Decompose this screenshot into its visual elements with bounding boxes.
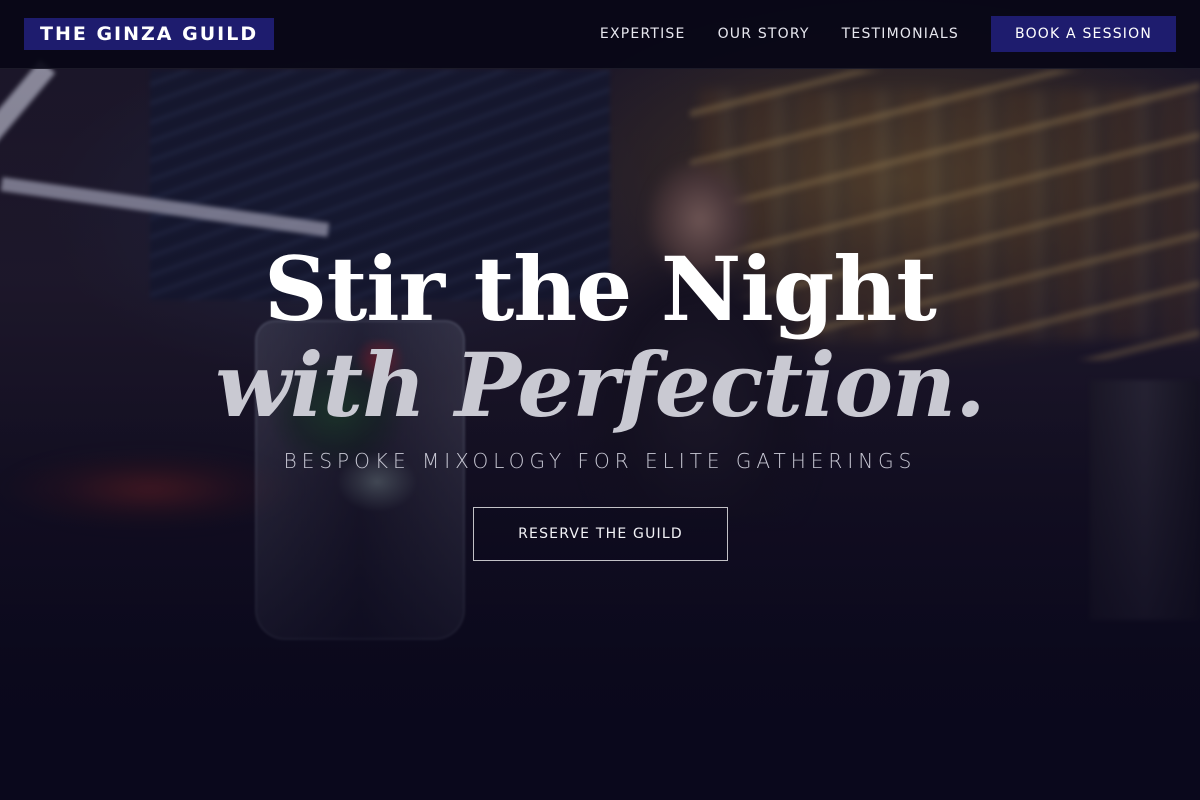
nav-link-our-story[interactable]: OUR STORY: [718, 26, 810, 42]
main-nav: EXPERTISE OUR STORY TESTIMONIALS BOOK A …: [600, 16, 1176, 52]
nav-link-expertise[interactable]: EXPERTISE: [600, 26, 686, 42]
hero-section: Stir the Night with Perfection. BESPOKE …: [0, 69, 1200, 800]
hero-headline-line-1: Stir the Night: [264, 237, 937, 341]
hero-headline-line-2: with Perfection.: [215, 333, 985, 437]
brand-logo[interactable]: THE GINZA GUILD: [24, 18, 275, 50]
hero-tagline: BESPOKE MIXOLOGY FOR ELITE GATHERINGS: [283, 449, 917, 473]
page: THE GINZA GUILD EXPERTISE OUR STORY TEST…: [0, 0, 1200, 800]
site-header: THE GINZA GUILD EXPERTISE OUR STORY TEST…: [0, 0, 1200, 69]
book-session-button[interactable]: BOOK A SESSION: [991, 16, 1176, 52]
reserve-guild-button[interactable]: RESERVE THE GUILD: [473, 507, 728, 561]
nav-link-testimonials[interactable]: TESTIMONIALS: [842, 26, 959, 42]
